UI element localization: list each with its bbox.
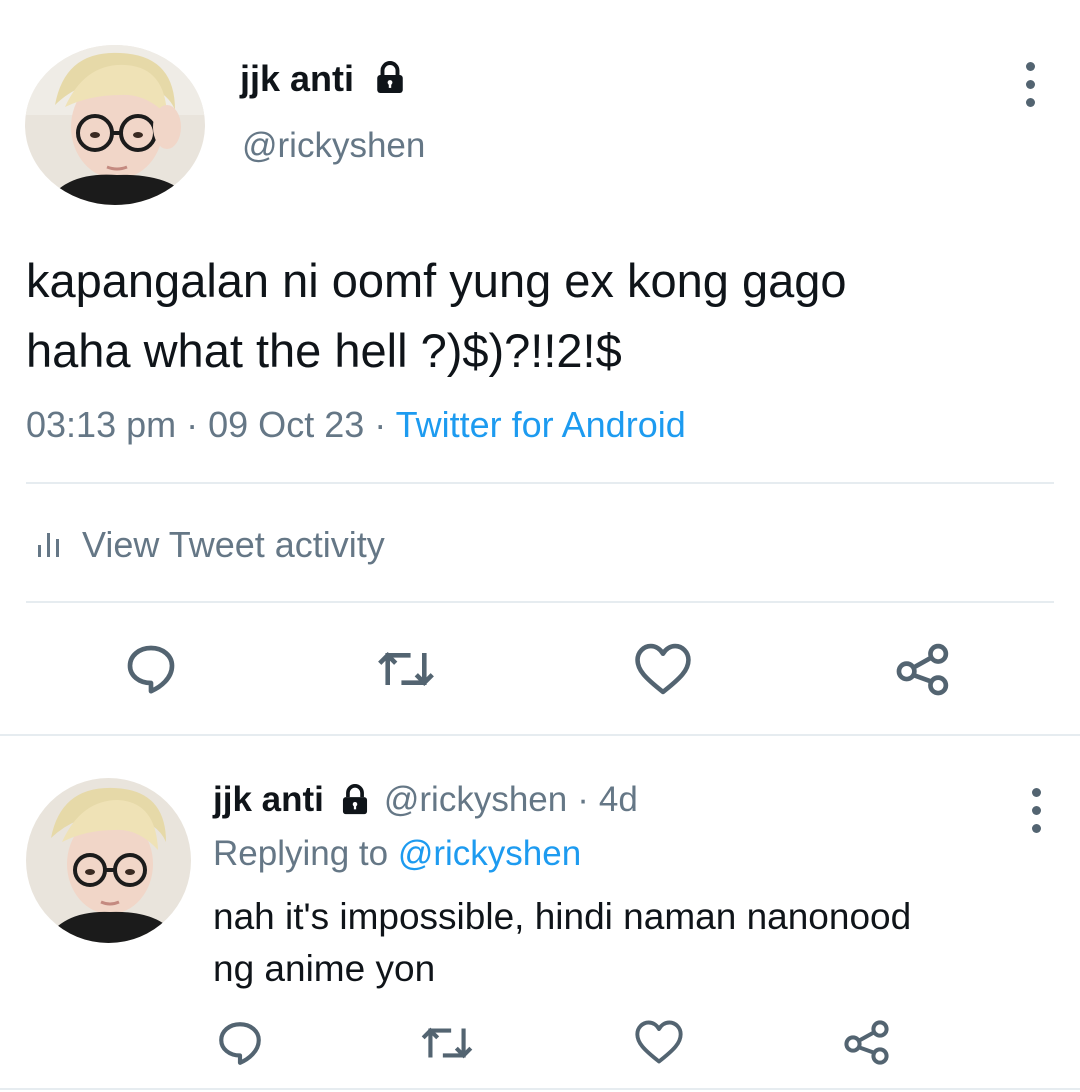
reply-author-handle[interactable]: @rickyshen <box>384 780 567 820</box>
lock-icon <box>338 783 372 817</box>
tweet-source-link[interactable]: Twitter for Android <box>396 404 686 445</box>
separator: · <box>186 404 199 445</box>
reply-author-name[interactable]: jjk anti <box>213 780 324 820</box>
bottom-divider <box>0 1088 1080 1090</box>
reply-text-line: nah it's impossible, hindi naman nanonoo… <box>213 896 912 937</box>
lock-icon <box>372 60 408 96</box>
reply-icon[interactable] <box>123 641 179 697</box>
share-icon[interactable] <box>843 1018 891 1066</box>
view-tweet-activity-label: View Tweet activity <box>82 524 385 565</box>
avatar[interactable] <box>25 45 205 205</box>
separator: · <box>577 780 589 819</box>
tweet-meta: 03:13 pm · 09 Oct 23 · Twitter for Andro… <box>26 404 686 446</box>
replying-to-prefix: Replying to <box>213 834 389 873</box>
tweet-text-line: haha what the hell ?)$)?!!2!$ <box>26 324 622 377</box>
replying-to-handle-link[interactable]: @rickyshen <box>398 834 581 873</box>
heart-icon[interactable] <box>633 1018 685 1066</box>
reply-text: nah it's impossible, hindi naman nanonoo… <box>213 891 911 995</box>
retweet-icon[interactable] <box>374 641 438 697</box>
share-icon[interactable] <box>895 641 951 697</box>
reply-header: jjk anti @rickyshen · 4d <box>213 780 638 820</box>
divider <box>26 601 1054 603</box>
reply-age: 4d <box>598 780 638 819</box>
reply-text-line: ng anime yon <box>213 948 436 989</box>
reply-icon[interactable] <box>215 1018 265 1068</box>
profile-photo <box>26 778 191 943</box>
tweet-time: 03:13 pm <box>26 404 177 445</box>
replying-to: Replying to @rickyshen <box>213 834 581 874</box>
more-vertical-icon[interactable] <box>1026 788 1046 833</box>
more-vertical-icon[interactable] <box>1020 62 1040 107</box>
author-name[interactable]: jjk anti <box>240 58 354 100</box>
tweet-text-line: kapangalan ni oomf yung ex kong gago <box>26 254 847 307</box>
tweet-text: kapangalan ni oomf yung ex kong gago hah… <box>26 246 847 386</box>
thread-divider <box>0 734 1080 736</box>
retweet-icon[interactable] <box>418 1018 476 1068</box>
bar-chart-icon <box>36 527 66 564</box>
separator: · <box>374 404 387 445</box>
tweet-date: 09 Oct 23 <box>208 404 365 445</box>
view-tweet-activity-link[interactable]: View Tweet activity <box>36 524 385 566</box>
divider <box>26 482 1054 484</box>
author-handle[interactable]: @rickyshen <box>242 126 425 166</box>
profile-photo <box>25 45 205 205</box>
heart-icon[interactable] <box>632 641 694 697</box>
reply-avatar[interactable] <box>26 778 191 943</box>
